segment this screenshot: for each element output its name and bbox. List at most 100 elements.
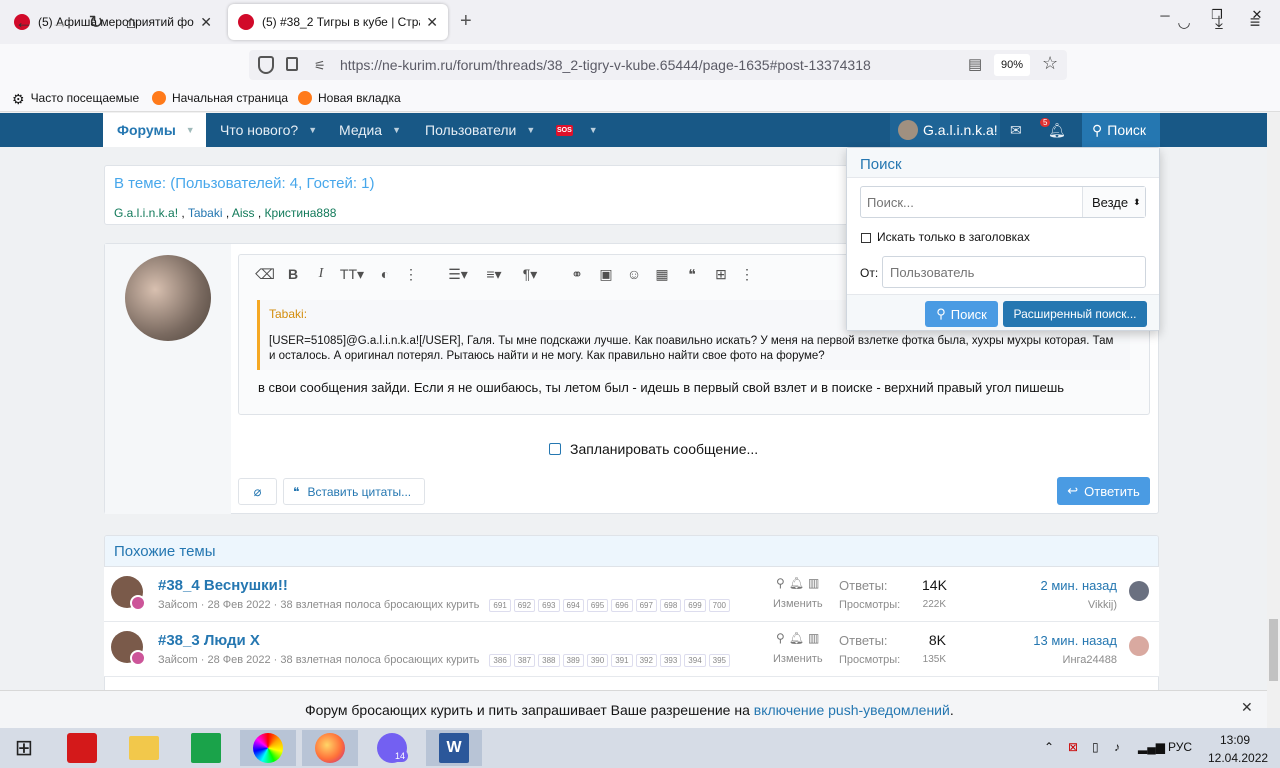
link-icon[interactable]: ⚭ — [566, 264, 588, 284]
list-icon[interactable]: ☰▾ — [444, 264, 472, 284]
chevron-down-icon[interactable]: ▼ — [589, 125, 598, 135]
battery-icon[interactable]: ▯ — [1092, 740, 1099, 754]
user-avatar[interactable] — [125, 255, 211, 341]
permissions-icon[interactable]: ⚟ — [314, 58, 326, 74]
italic-icon[interactable]: I — [310, 264, 332, 284]
url-text[interactable]: https://ne-kurim.ru/forum/threads/38_2-t… — [340, 57, 871, 73]
browser-tab-active[interactable]: (5) #38_2 Тигры в кубе | Страница ✕ — [228, 4, 448, 40]
user-link[interactable]: Aiss — [232, 206, 255, 220]
chevron-down-icon[interactable]: ▼ — [308, 125, 317, 135]
tray-chevron-icon[interactable]: ⌃ — [1044, 740, 1054, 754]
attach-button[interactable]: ⌀ — [238, 478, 277, 505]
page-jump-link[interactable]: 695 — [586, 599, 609, 612]
schedule-checkbox[interactable] — [549, 443, 561, 455]
paragraph-icon[interactable]: ¶▾ — [516, 264, 544, 284]
page-jump-link[interactable]: 386 — [489, 654, 511, 667]
pocket-icon[interactable]: ◡ — [1170, 8, 1198, 36]
language-indicator[interactable]: РУС — [1168, 740, 1192, 754]
page-jump-link[interactable]: 394 — [684, 654, 706, 667]
volume-icon[interactable]: ♪ — [1114, 740, 1120, 754]
avatar[interactable] — [130, 650, 146, 666]
close-tab-icon[interactable]: ✕ — [194, 14, 212, 31]
acrobat-icon[interactable] — [58, 730, 106, 766]
zoom-level[interactable]: 90% — [994, 54, 1030, 76]
user-link[interactable]: Tabaki — [188, 206, 223, 220]
edit-link[interactable]: Изменить — [773, 653, 823, 665]
chevron-down-icon[interactable]: ▼ — [392, 125, 401, 135]
reply-button[interactable]: ↩ Ответить — [1057, 477, 1150, 505]
page-jump-link[interactable]: 388 — [538, 654, 560, 667]
titles-only-checkbox[interactable] — [861, 233, 871, 243]
search-submit-button[interactable]: ⚲ Поиск — [925, 301, 998, 327]
titles-only-label[interactable]: Искать только в заголовках — [877, 230, 1030, 244]
reload-icon[interactable]: ↻ — [82, 8, 110, 36]
search-input[interactable] — [863, 188, 1079, 216]
nav-members[interactable]: Пользователи ▼ — [425, 113, 535, 147]
last-post-time[interactable]: 2 мин. назад — [1041, 578, 1117, 593]
user-link[interactable]: Кристина888 — [265, 206, 337, 220]
last-post-user[interactable]: Vikkij) — [1088, 599, 1117, 611]
scrollbar[interactable] — [1267, 113, 1280, 728]
from-user-input[interactable] — [882, 256, 1146, 288]
edit-link[interactable]: Изменить — [773, 598, 823, 610]
advanced-search-button[interactable]: Расширенный поиск... — [1003, 301, 1147, 327]
avatar[interactable] — [1129, 636, 1149, 656]
page-jump-link[interactable]: 393 — [659, 654, 682, 667]
page-jump-link[interactable]: 389 — [562, 654, 584, 667]
last-post-user[interactable]: Инга24488 — [1063, 654, 1117, 666]
bookmark-item[interactable]: ⚙ Часто посещаемые — [12, 91, 139, 107]
network-warning-icon[interactable]: ⊠ — [1068, 740, 1078, 754]
avatar[interactable] — [130, 595, 146, 611]
more-options-icon[interactable]: ⋮ — [400, 264, 422, 284]
signal-icon[interactable]: ▂▄▆ — [1138, 740, 1165, 754]
more-icon[interactable]: ⋮ — [736, 264, 758, 284]
page-jump-link[interactable]: 692 — [513, 599, 536, 612]
bookmark-star-icon[interactable]: ☆ — [1042, 53, 1058, 74]
search-scope-select[interactable]: Везде ⬍ — [1082, 187, 1145, 217]
downloads-icon[interactable]: ⤓ — [1205, 8, 1233, 36]
page-jump-link[interactable]: 696 — [611, 599, 633, 612]
push-enable-link[interactable]: включение push-уведомлений — [754, 702, 950, 718]
nav-search[interactable]: ⚲ Поиск — [1082, 113, 1160, 147]
clock-time[interactable]: 13:09 — [1220, 733, 1250, 747]
picasa-icon[interactable] — [240, 730, 296, 766]
font-size-icon[interactable]: TT▾ — [338, 264, 366, 284]
nav-forums[interactable]: Форумы ▼ — [103, 113, 206, 147]
bookmark-item[interactable]: Новая вкладка — [298, 91, 401, 105]
page-jump-link[interactable]: 691 — [489, 599, 511, 612]
smiley-icon[interactable]: ☺ — [623, 264, 645, 284]
new-tab-button[interactable]: + — [460, 10, 472, 33]
insert-quotes-button[interactable]: ❝ Вставить цитаты... — [283, 478, 425, 505]
close-notice-icon[interactable]: ✕ — [1241, 699, 1253, 716]
avatar[interactable] — [1129, 581, 1149, 601]
align-icon[interactable]: ≡▾ — [480, 264, 508, 284]
clock-date[interactable]: 12.04.2022 — [1208, 751, 1268, 765]
nav-sos[interactable]: SOS ▼ — [556, 113, 598, 147]
page-jump-link[interactable]: 387 — [513, 654, 536, 667]
media-icon[interactable]: ▦ — [651, 264, 673, 284]
palette-icon[interactable]: ◐ — [374, 264, 396, 284]
nav-media[interactable]: Медиа ▼ — [339, 113, 401, 147]
forward-arrow-icon[interactable]: → — [46, 8, 74, 36]
table-icon[interactable]: ⊞ — [710, 264, 732, 284]
nav-whats-new[interactable]: Что нового? ▼ — [220, 113, 317, 147]
page-jump-link[interactable]: 697 — [635, 599, 657, 612]
page-jump-link[interactable]: 700 — [708, 599, 731, 612]
envelope-icon[interactable]: ✉ — [1010, 113, 1022, 147]
thread-author[interactable]: Зайcom — [158, 599, 198, 611]
last-post-time[interactable]: 13 мин. назад — [1033, 633, 1117, 648]
page-jump-link[interactable]: 693 — [538, 599, 560, 612]
schedule-label[interactable]: Запланировать сообщение... — [570, 441, 758, 457]
menu-icon[interactable]: ≡ — [1241, 8, 1269, 36]
editor-body-text[interactable]: в свои сообщения зайди. Если я не ошибаю… — [258, 380, 1064, 395]
file-explorer-icon[interactable] — [120, 730, 168, 766]
page-jump-link[interactable]: 391 — [611, 654, 633, 667]
image-icon[interactable]: ▣ — [595, 264, 617, 284]
bold-icon[interactable]: B — [282, 264, 304, 284]
lock-icon[interactable] — [286, 57, 298, 71]
page-jump-link[interactable]: 390 — [586, 654, 609, 667]
nav-user[interactable]: G.a.l.i.n.k.a! — [890, 113, 1000, 147]
thread-forum[interactable]: 38 взлетная полоса бросающих курить — [280, 654, 479, 666]
eraser-icon[interactable]: ⌫ — [254, 264, 276, 284]
chevron-down-icon[interactable]: ▼ — [526, 125, 535, 135]
